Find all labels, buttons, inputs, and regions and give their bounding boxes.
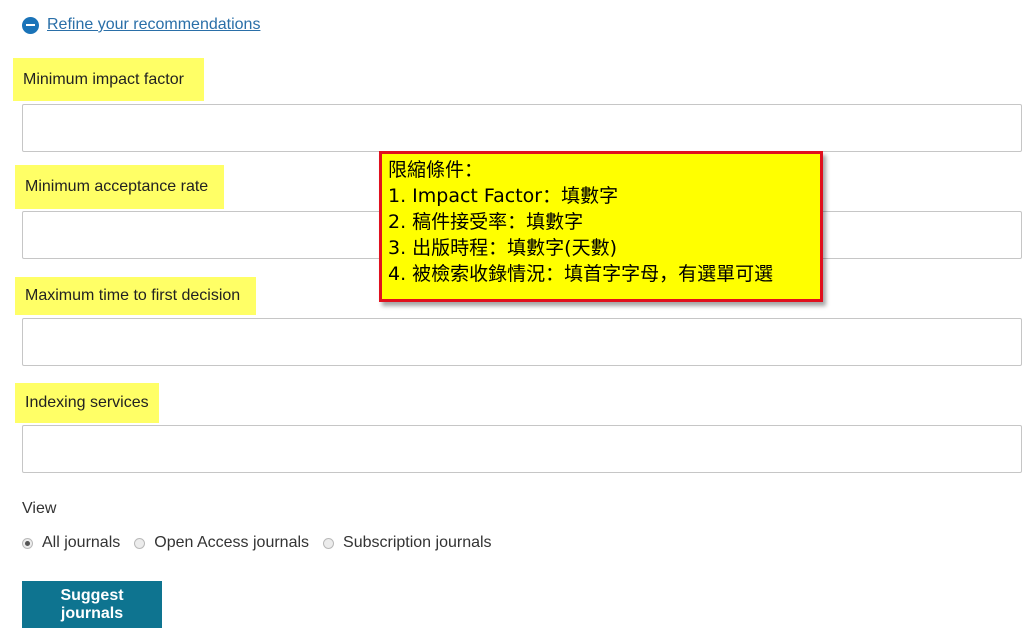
radio-button[interactable] — [323, 537, 335, 549]
maximum-time-to-first-decision-label: Maximum time to first decision — [15, 277, 256, 315]
callout-line: 3. 出版時程：填數字(天數) — [388, 237, 617, 259]
minimum-impact-factor-label: Minimum impact factor — [13, 58, 204, 101]
radio-subscription-journals[interactable]: Subscription journals — [323, 534, 492, 552]
radio-all-journals[interactable]: All journals — [22, 534, 120, 552]
maximum-time-to-first-decision-input[interactable] — [22, 318, 1022, 366]
radio-open-access-journals[interactable]: Open Access journals — [134, 534, 309, 552]
radio-button[interactable] — [134, 537, 146, 549]
minus-circle-icon[interactable] — [22, 16, 39, 34]
annotation-callout: 限縮條件： 1. Impact Factor：填數字 2. 稿件接受率：填數字 … — [379, 151, 823, 302]
refine-toggle[interactable]: Refine your recommendations — [22, 16, 260, 34]
radio-label: Open Access journals — [154, 534, 310, 551]
callout-line: 2. 稿件接受率：填數字 — [388, 211, 584, 233]
radio-label: Subscription journals — [343, 534, 492, 551]
refine-recommendations-link[interactable]: Refine your recommendations — [47, 16, 260, 34]
indexing-services-input[interactable] — [22, 425, 1022, 473]
minimum-acceptance-rate-label: Minimum acceptance rate — [15, 165, 224, 209]
callout-heading: 限縮條件： — [388, 159, 484, 181]
indexing-services-label: Indexing services — [15, 383, 159, 423]
suggest-journals-button[interactable]: Suggest journals — [22, 581, 162, 628]
view-label: View — [22, 500, 57, 517]
callout-line: 4. 被檢索收錄情況：填首字字母，有選單可選 — [388, 263, 774, 285]
minimum-impact-factor-input[interactable] — [22, 104, 1022, 152]
callout-line: 1. Impact Factor：填數字 — [388, 185, 619, 207]
radio-button[interactable] — [22, 537, 33, 549]
radio-label: All journals — [42, 534, 121, 551]
view-radio-group: All journals Open Access journals Subscr… — [22, 534, 506, 552]
